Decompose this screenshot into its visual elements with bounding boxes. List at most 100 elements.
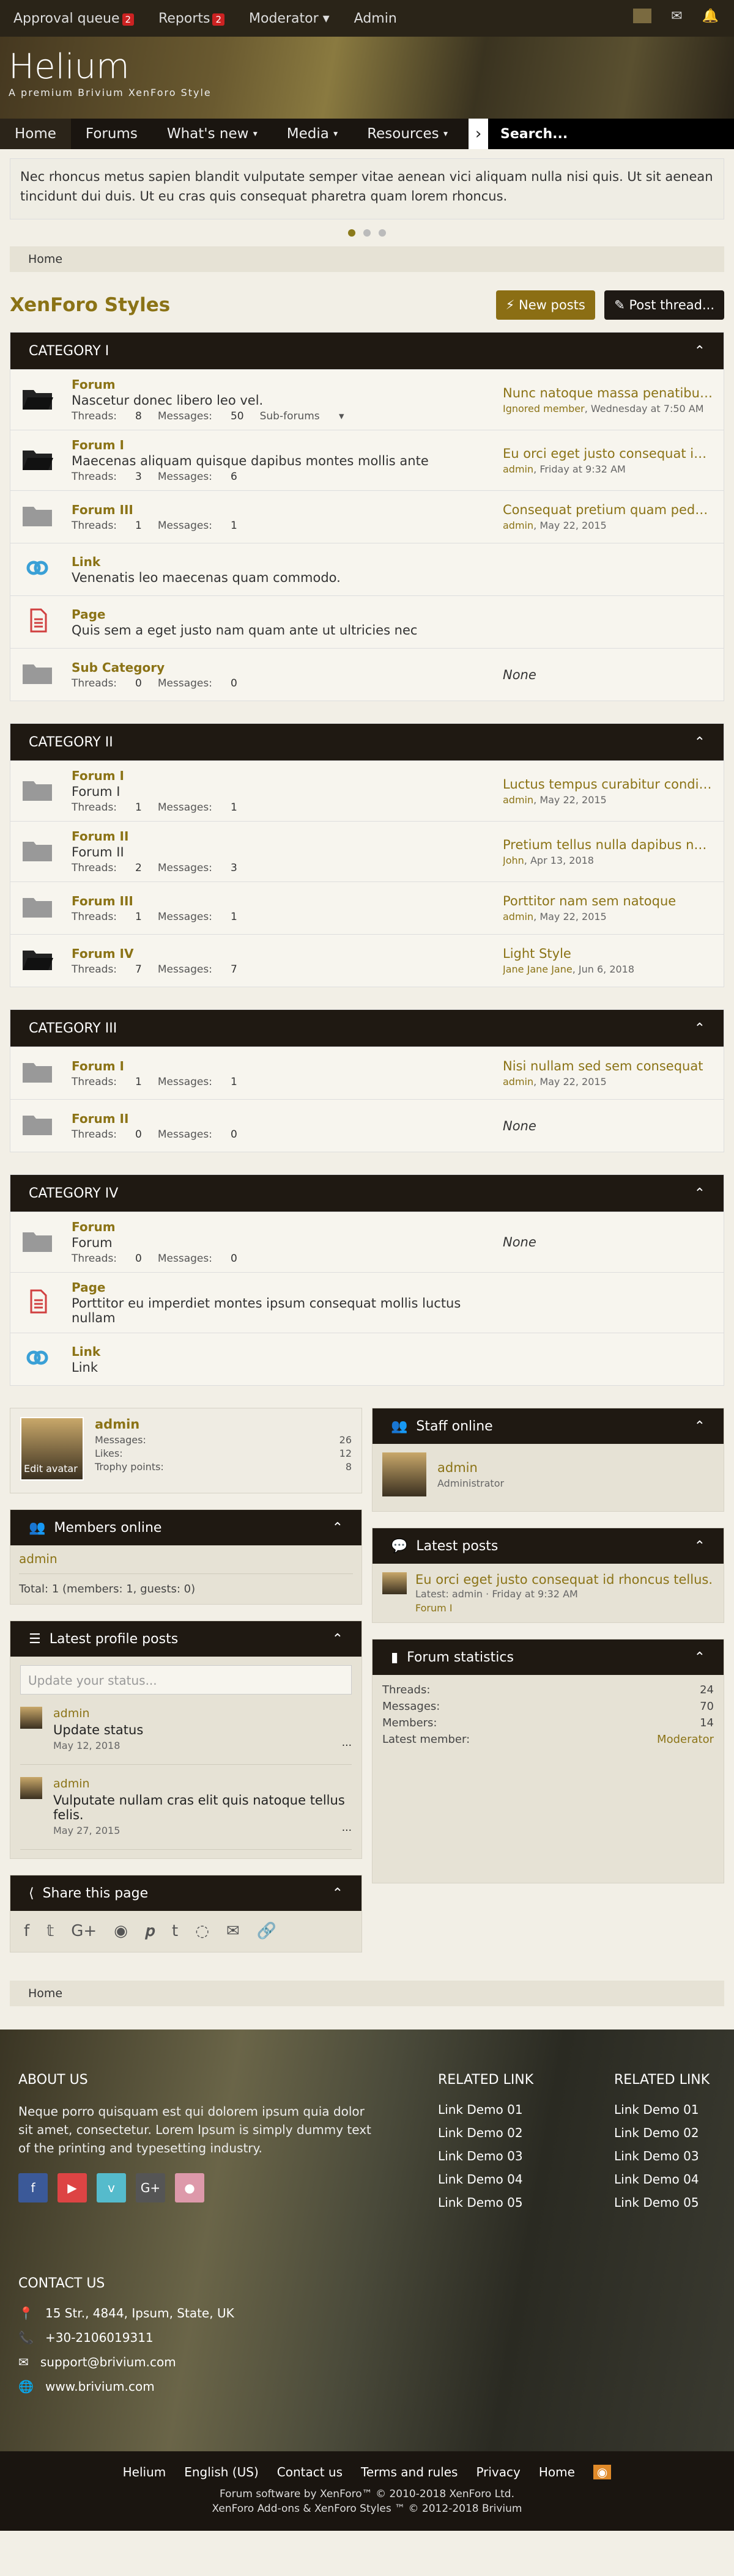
last-post-title[interactable]: Nunc natoque massa penatibus l...	[503, 386, 714, 400]
collapse-icon[interactable]: ⌃	[332, 1520, 343, 1536]
node-title[interactable]: Link	[72, 554, 503, 569]
subforums-menu[interactable]: Sub-forums ▾	[260, 410, 344, 422]
node-title[interactable]: Forum III	[72, 502, 503, 517]
nav-media[interactable]: Media ▾	[272, 119, 352, 149]
reports-link[interactable]: Reports 2	[158, 11, 225, 26]
site-logo[interactable]: Helium	[9, 50, 725, 84]
block-header[interactable]: ▮ Forum statistics ⌃	[373, 1639, 724, 1675]
node-title[interactable]: Forum I	[72, 768, 503, 783]
category-header[interactable]: CATEGORY II ⌃	[10, 724, 724, 760]
avatar-icon[interactable]	[633, 9, 652, 23]
last-post-user[interactable]: admin	[503, 1076, 533, 1087]
flickr-icon[interactable]: ●	[175, 2173, 204, 2202]
last-post-title[interactable]: Eu orci eget justo consequat id r...	[503, 446, 714, 461]
block-header[interactable]: ⟨ Share this page ⌃	[10, 1875, 361, 1911]
facebook-icon[interactable]: f	[24, 1922, 29, 1941]
nav-whats-new[interactable]: What's new ▾	[152, 119, 272, 149]
collapse-icon[interactable]: ⌃	[332, 1632, 343, 1647]
search-input[interactable]: Search...	[488, 119, 734, 149]
avatar[interactable]	[20, 1707, 42, 1729]
node-title[interactable]: Forum	[72, 1220, 503, 1234]
footer-link[interactable]: Link Demo 03	[614, 2149, 710, 2163]
node-title[interactable]: Forum IV	[72, 946, 503, 961]
facebook-icon[interactable]: f	[18, 2173, 48, 2202]
post-user[interactable]: admin	[53, 1777, 352, 1790]
category-title[interactable]: CATEGORY IV	[29, 1186, 118, 1201]
last-post-user[interactable]: Jane Jane Jane	[503, 963, 573, 975]
last-post-user[interactable]: admin	[503, 463, 533, 475]
pager-dot[interactable]	[363, 229, 371, 237]
footer-link[interactable]: Link Demo 01	[438, 2102, 533, 2117]
footer-link[interactable]: Link Demo 02	[438, 2125, 533, 2140]
last-post-user[interactable]: John	[503, 855, 524, 866]
footer-link[interactable]: Link Demo 01	[614, 2102, 710, 2117]
post-user[interactable]: admin	[53, 1707, 352, 1720]
bottom-link[interactable]: Home	[539, 2465, 575, 2479]
whatsapp-icon[interactable]: ◌	[195, 1922, 209, 1941]
last-post-title[interactable]: Pretium tellus nulla dapibus nec et	[503, 837, 714, 852]
post-thread-button[interactable]: ✎ Post thread...	[604, 290, 724, 320]
visitor-name[interactable]: admin	[95, 1417, 352, 1432]
node-title[interactable]: Link	[72, 1344, 503, 1359]
block-header[interactable]: 👥 Members online ⌃	[10, 1510, 361, 1545]
last-post-user[interactable]: admin	[503, 520, 533, 531]
collapse-icon[interactable]: ⌃	[694, 1539, 705, 1554]
collapse-icon[interactable]: ⌃	[332, 1886, 343, 1901]
block-header[interactable]: 👥 Staff online ⌃	[373, 1408, 724, 1444]
staff-name[interactable]: admin	[437, 1460, 504, 1475]
node-title[interactable]: Forum	[72, 377, 503, 392]
avatar[interactable]	[382, 1572, 407, 1594]
collapse-icon[interactable]: ⌃	[694, 1650, 705, 1665]
node-title[interactable]: Forum II	[72, 829, 503, 844]
bottom-link[interactable]: Helium	[123, 2465, 166, 2479]
youtube-icon[interactable]: ▶	[57, 2173, 87, 2202]
bottom-link[interactable]: Privacy	[476, 2465, 520, 2479]
google-plus-icon[interactable]: G+	[136, 2173, 165, 2202]
collapse-icon[interactable]: ⌃	[694, 735, 705, 750]
last-post-user[interactable]: admin	[503, 794, 533, 806]
node-title[interactable]: Forum I	[72, 438, 503, 452]
node-title[interactable]: Sub Category	[72, 660, 503, 675]
bottom-link[interactable]: Terms and rules	[361, 2465, 458, 2479]
edit-avatar-link[interactable]: Edit avatar	[24, 1463, 78, 1474]
nav-forums[interactable]: Forums	[71, 119, 152, 149]
footer-link[interactable]: Link Demo 02	[614, 2125, 710, 2140]
block-header[interactable]: ☰ Latest profile posts ⌃	[10, 1621, 361, 1657]
node-title[interactable]: Page	[72, 607, 503, 622]
inbox-icon[interactable]: ✉	[671, 9, 682, 24]
pinterest-icon[interactable]: 𝒑	[145, 1922, 155, 1941]
footer-link[interactable]: Link Demo 05	[614, 2195, 710, 2210]
collapse-icon[interactable]: ⌃	[694, 344, 705, 359]
nav-resources[interactable]: Resources ▾	[352, 119, 462, 149]
footer-link[interactable]: Link Demo 05	[438, 2195, 533, 2210]
last-post-title[interactable]: Luctus tempus curabitur condim...	[503, 777, 714, 792]
category-title[interactable]: CATEGORY II	[29, 735, 113, 750]
avatar[interactable]: Edit avatar	[20, 1417, 84, 1481]
rss-icon[interactable]: ◉	[593, 2465, 612, 2479]
pager-dot[interactable]	[379, 229, 386, 237]
footer-link[interactable]: Link Demo 03	[438, 2149, 533, 2163]
last-post-title[interactable]: Consequat pretium quam pede li...	[503, 502, 714, 517]
vimeo-icon[interactable]: v	[97, 2173, 126, 2202]
more-icon[interactable]: ···	[342, 1740, 352, 1752]
approval-queue-link[interactable]: Approval queue 2	[13, 11, 135, 26]
contact-item[interactable]: support@brivium.com	[40, 2355, 176, 2369]
twitter-icon[interactable]: 𝕥	[46, 1922, 54, 1941]
breadcrumb-home[interactable]: Home	[28, 1987, 62, 2000]
last-post-user[interactable]: Ignored member	[503, 403, 585, 414]
category-title[interactable]: CATEGORY III	[29, 1021, 117, 1036]
last-post-title[interactable]: Nisi nullam sed sem consequat	[503, 1059, 714, 1073]
category-header[interactable]: CATEGORY IV ⌃	[10, 1175, 724, 1212]
moderator-menu[interactable]: Moderator ▾	[249, 11, 330, 26]
contact-item[interactable]: www.brivium.com	[45, 2379, 155, 2394]
link-icon[interactable]: 🔗	[257, 1922, 276, 1941]
nav-home[interactable]: Home	[0, 119, 71, 149]
avatar[interactable]	[20, 1777, 42, 1799]
bottom-link[interactable]: English (US)	[184, 2465, 259, 2479]
last-post-user[interactable]: admin	[503, 911, 533, 922]
last-post-title[interactable]: Porttitor nam sem natoque	[503, 894, 714, 908]
google-plus-icon[interactable]: G+	[71, 1922, 97, 1941]
reddit-icon[interactable]: ◉	[114, 1922, 128, 1941]
node-title[interactable]: Forum II	[72, 1111, 503, 1126]
bottom-link[interactable]: Contact us	[277, 2465, 343, 2479]
